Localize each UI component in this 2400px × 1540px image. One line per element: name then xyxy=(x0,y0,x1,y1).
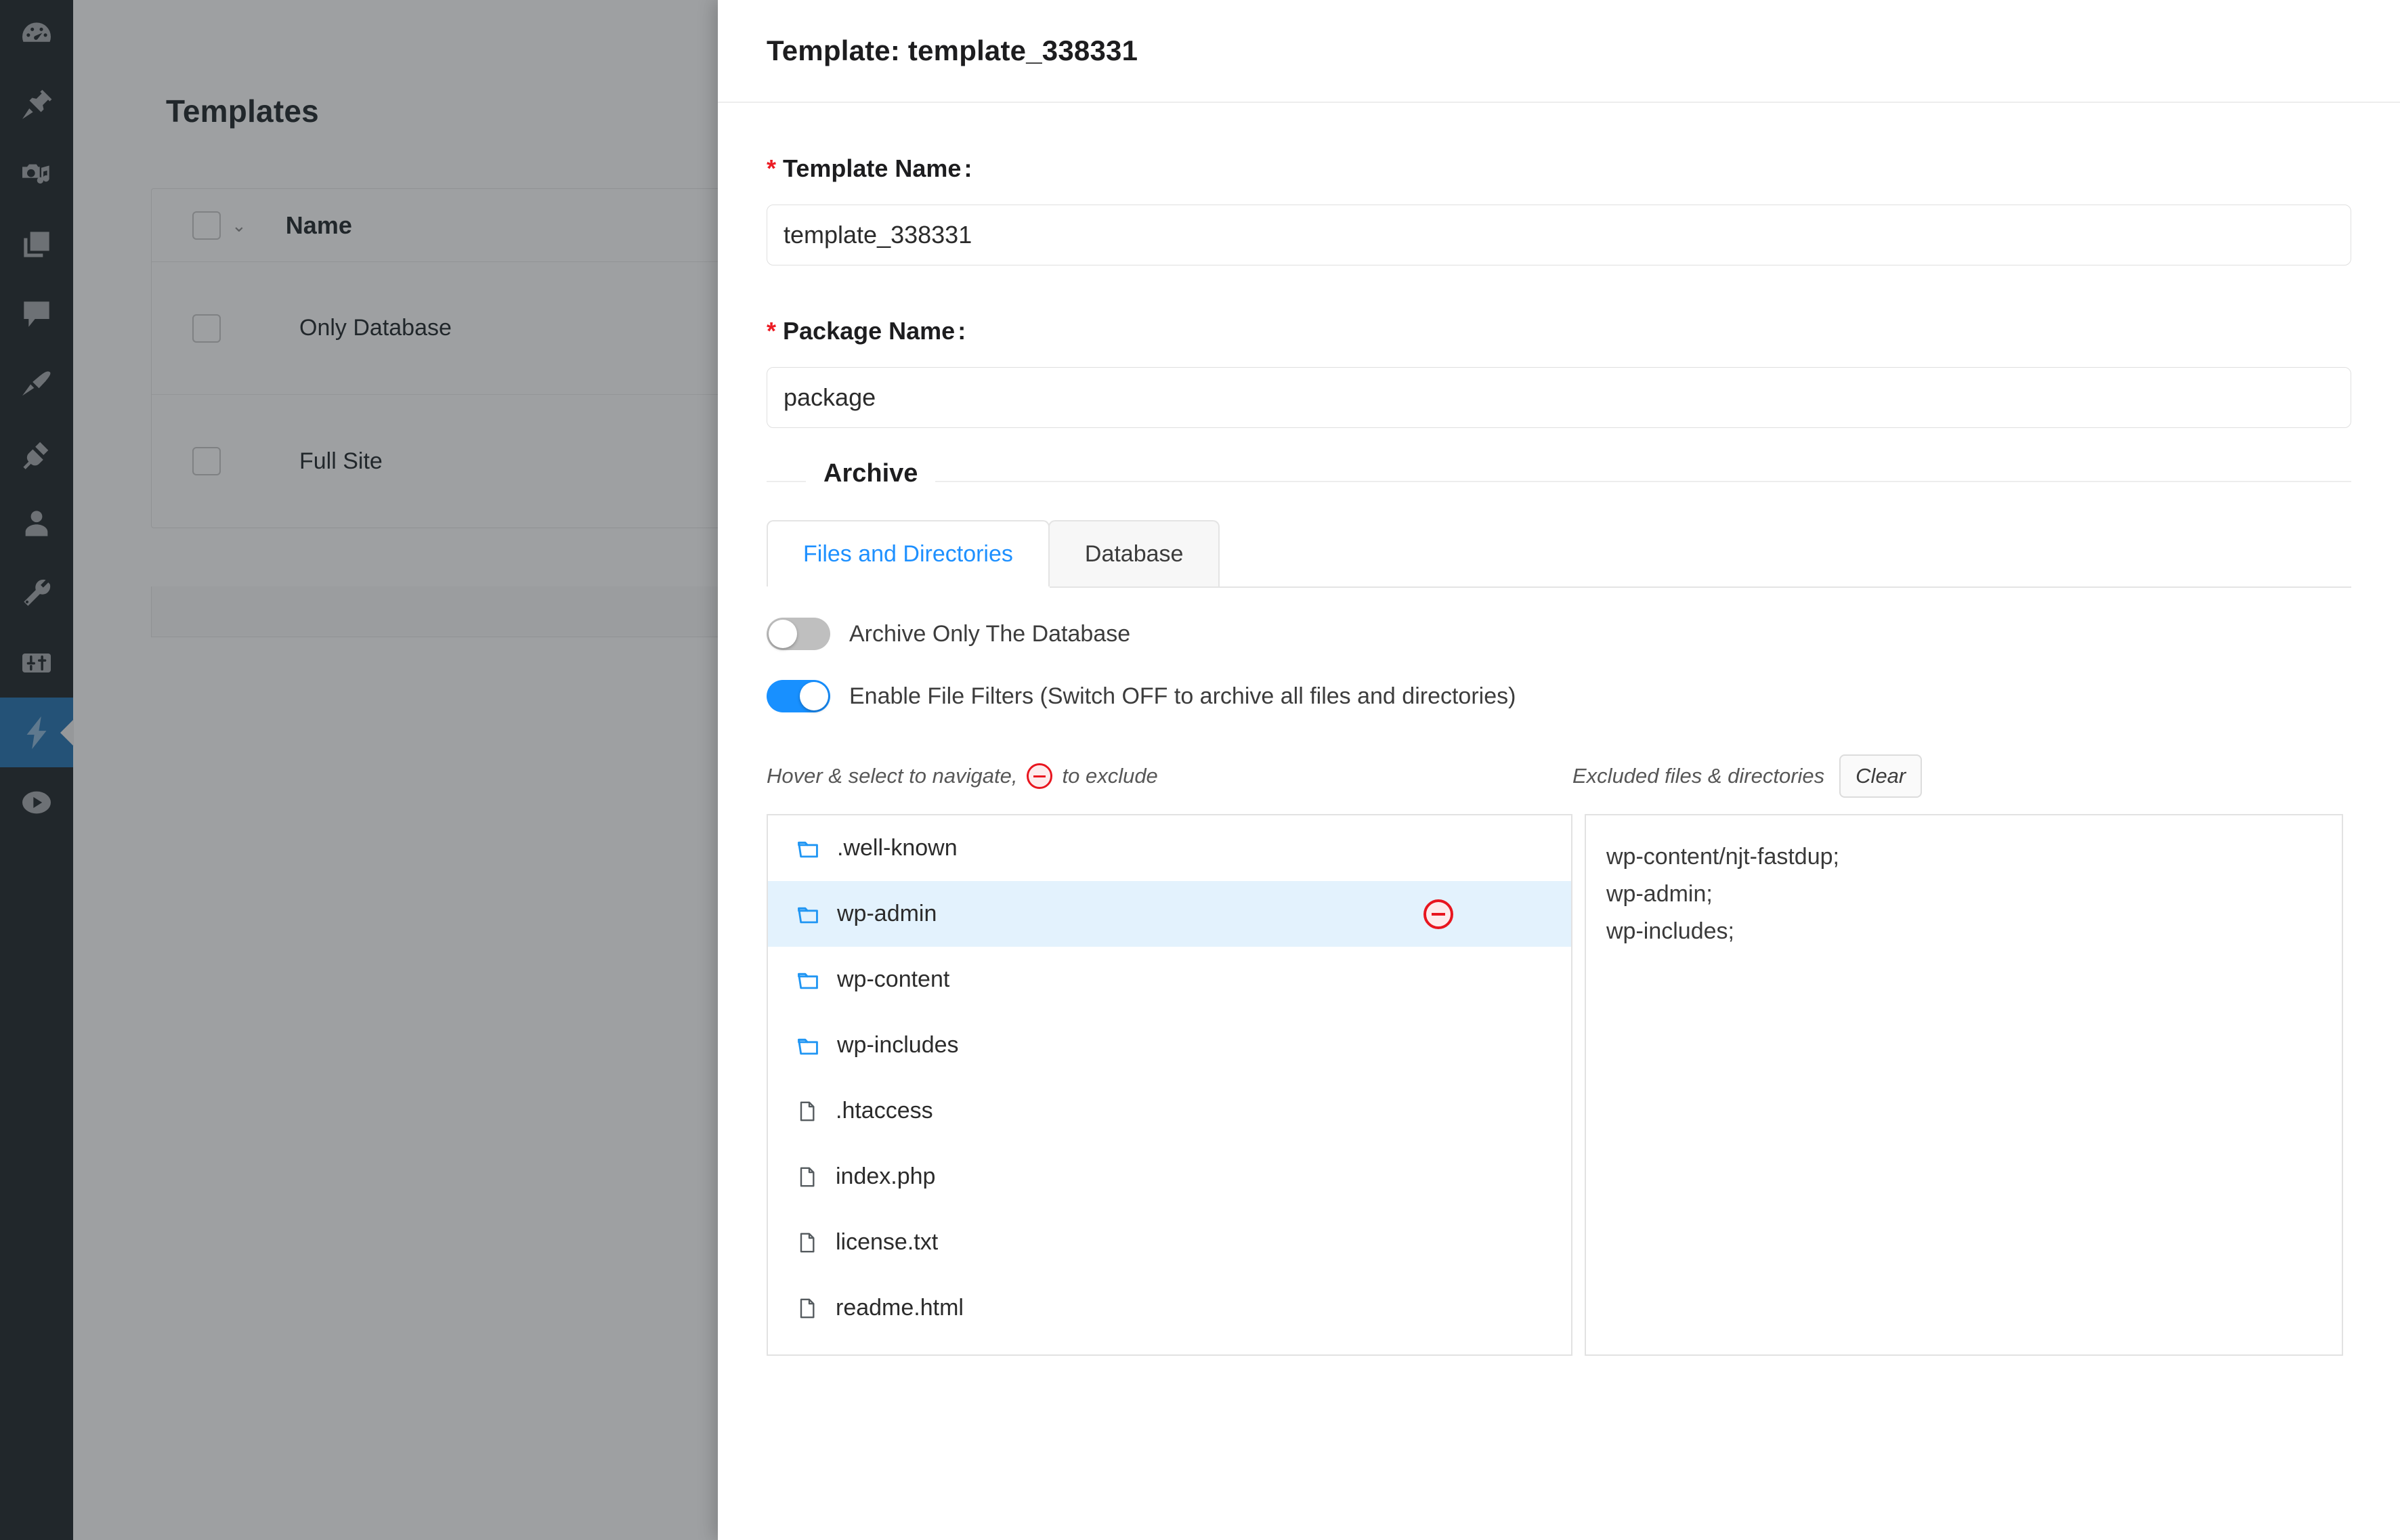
template-edit-drawer: Template: template_338331 * Template Name… xyxy=(718,0,2400,1540)
toggle-knob xyxy=(769,620,797,648)
enable-file-filters-toggle[interactable] xyxy=(767,680,830,712)
archive-only-database-toggle[interactable] xyxy=(767,618,830,650)
navigate-hint-after: to exclude xyxy=(1062,764,1158,788)
drawer-header: Template: template_338331 xyxy=(718,0,2400,103)
list-item-label: license.txt xyxy=(836,1229,939,1255)
list-item-label: .htaccess xyxy=(836,1098,933,1124)
package-name-label-text: Package Name xyxy=(783,317,956,345)
list-item-label: readme.html xyxy=(836,1295,964,1321)
package-name-label: * Package Name: xyxy=(767,317,2351,345)
template-name-label-text: Template Name xyxy=(783,154,962,182)
excluded-hint: Excluded files & directories Clear xyxy=(1572,754,1923,798)
list-item[interactable]: wp-admin xyxy=(768,881,1571,947)
list-item[interactable]: wp-includes xyxy=(768,1012,1571,1078)
file-list-pane[interactable]: .well-known wp-admin wp-content wp-inclu… xyxy=(767,814,1572,1356)
screen: Templates ⌄ Name Only Database Full Site xyxy=(0,0,2400,1540)
list-item[interactable]: readme.html xyxy=(768,1275,1571,1341)
template-name-input[interactable] xyxy=(767,205,2351,265)
list-item-label: index.php xyxy=(836,1163,936,1189)
list-item[interactable]: .well-known xyxy=(768,815,1571,881)
label-colon: : xyxy=(958,317,966,345)
tab-files-and-directories[interactable]: Files and Directories xyxy=(767,520,1050,586)
archive-only-db-row: Archive Only The Database xyxy=(767,618,2351,650)
file-icon xyxy=(795,1165,819,1189)
folder-icon xyxy=(795,967,821,993)
archive-legend: Archive xyxy=(806,459,936,488)
drawer-title: Template: template_338331 xyxy=(767,35,1138,66)
list-item-label: wp-admin xyxy=(837,901,937,926)
navigate-hint-before: Hover & select to navigate, xyxy=(767,764,1018,788)
list-item[interactable]: index.php xyxy=(768,1144,1571,1210)
folder-icon xyxy=(795,836,821,861)
toggle-knob xyxy=(800,682,828,710)
label-colon: : xyxy=(964,154,972,182)
clear-button[interactable]: Clear xyxy=(1839,754,1923,798)
enable-file-filters-label: Enable File Filters (Switch OFF to archi… xyxy=(849,683,1516,709)
tab-database-label: Database xyxy=(1084,540,1184,567)
folder-icon xyxy=(795,901,821,927)
file-icon xyxy=(795,1296,819,1321)
file-icon xyxy=(795,1099,819,1124)
excluded-files-textarea[interactable]: wp-content/njt-fastdup; wp-admin; wp-inc… xyxy=(1585,814,2343,1356)
exclude-minus-icon[interactable] xyxy=(1423,899,1453,929)
drawer-body: *Template Name: *Package Name: Archive F… xyxy=(718,154,2400,1356)
archive-only-database-label: Archive Only The Database xyxy=(849,620,1131,647)
list-item-label: wp-content xyxy=(837,966,950,992)
list-item[interactable]: license.txt xyxy=(768,1210,1571,1275)
tab-database[interactable]: Database xyxy=(1048,520,1220,586)
exclude-minus-icon xyxy=(1027,763,1053,789)
tab-files-and-directories-label: Files and Directories xyxy=(803,540,1013,567)
package-name-input[interactable] xyxy=(767,367,2351,428)
list-item-label: wp-includes xyxy=(837,1032,959,1058)
file-icon xyxy=(795,1231,819,1255)
template-name-label: * Template Name: xyxy=(767,154,2351,183)
navigate-hint: Hover & select to navigate, to exclude xyxy=(767,763,1572,789)
archive-section: Archive Files and Directories Database A xyxy=(767,459,2351,1356)
excluded-files-label: Excluded files & directories xyxy=(1572,764,1825,788)
archive-tabs: Files and Directories Database xyxy=(767,520,2351,588)
file-browser-panes: .well-known wp-admin wp-content wp-inclu… xyxy=(767,814,2351,1356)
list-item-partial[interactable] xyxy=(768,1341,1571,1354)
list-item[interactable]: wp-content xyxy=(768,947,1571,1012)
required-asterisk: * xyxy=(767,154,777,182)
list-item-label: .well-known xyxy=(837,835,958,861)
panes-hints-row: Hover & select to navigate, to exclude E… xyxy=(767,754,2351,798)
enable-file-filters-row: Enable File Filters (Switch OFF to archi… xyxy=(767,680,2351,712)
folder-icon xyxy=(795,1033,821,1058)
required-asterisk: * xyxy=(767,317,777,345)
list-item[interactable]: .htaccess xyxy=(768,1078,1571,1144)
